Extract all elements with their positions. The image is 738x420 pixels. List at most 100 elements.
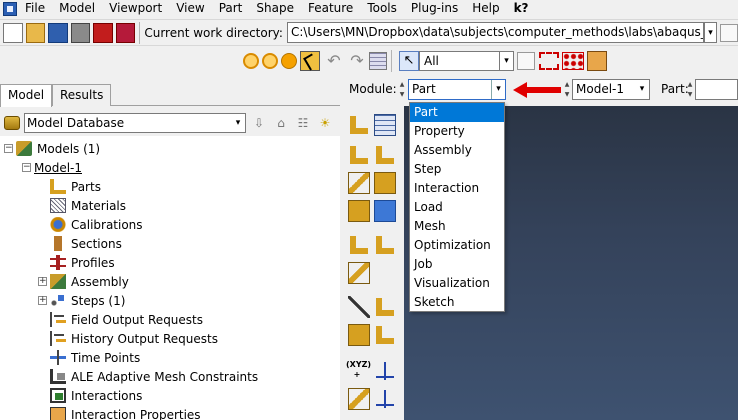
module-option-part[interactable]: Part [410, 103, 504, 122]
point-select-icon[interactable] [562, 52, 584, 70]
create-wire-icon[interactable] [348, 172, 370, 194]
create-cut-icon[interactable] [374, 172, 396, 194]
module-option-mesh[interactable]: Mesh [410, 217, 504, 236]
tree-item-interaction-properties[interactable]: Interaction Properties [50, 405, 201, 420]
tree-item-parts[interactable]: Parts [50, 177, 101, 196]
module-option-optimization[interactable]: Optimization [410, 236, 504, 255]
model-spinner-icon[interactable]: ▲ ▼ [562, 80, 572, 100]
expand-icon[interactable]: + [38, 277, 47, 286]
collapse-icon[interactable]: − [22, 163, 31, 172]
redo-icon[interactable]: ↷ [348, 52, 366, 70]
box-select-icon[interactable] [539, 52, 559, 70]
model-database-select[interactable]: Model Database ▾ [24, 113, 246, 133]
tree-item-ale-mesh[interactable]: ALE Adaptive Mesh Constraints [50, 367, 258, 386]
grid-icon[interactable] [369, 52, 387, 70]
create-solid-extrude-icon[interactable] [348, 144, 370, 166]
abaqus-app-icon[interactable] [3, 1, 17, 16]
toolbar-extra-icon[interactable] [720, 23, 738, 42]
module-option-job[interactable]: Job [410, 255, 504, 274]
measure-icon[interactable] [348, 388, 370, 410]
home-icon[interactable]: ⌂ [272, 114, 290, 132]
menu-part[interactable]: Part [219, 0, 243, 17]
export-icon[interactable] [115, 22, 136, 43]
lightbulb-icon[interactable]: ☀ [316, 114, 334, 132]
part-select[interactable] [695, 79, 738, 100]
menu-tools[interactable]: Tools [367, 0, 397, 17]
query-xyz-icon[interactable]: (XYZ) + [346, 360, 371, 382]
render-wireframe-icon[interactable] [243, 53, 259, 69]
tree-item-time-points[interactable]: Time Points [50, 348, 140, 367]
menu-help[interactable]: Help [472, 0, 499, 17]
save-icon[interactable] [48, 22, 68, 43]
selection-filter-select[interactable]: All ▾ [419, 51, 514, 71]
expand-icon[interactable]: ⇩ [250, 114, 268, 132]
tree-item-assembly[interactable]: + Assembly [38, 272, 129, 291]
module-option-step[interactable]: Step [410, 160, 504, 179]
tree-item-model-1[interactable]: − Model-1 [22, 158, 82, 177]
coordinate-axes-icon[interactable] [374, 360, 396, 382]
cwd-field[interactable]: C:\Users\MN\Dropbox\data\subjects\comput… [286, 22, 704, 43]
tree-item-profiles[interactable]: Profiles [50, 253, 115, 272]
tree-item-steps[interactable]: + Steps (1) [38, 291, 125, 310]
partition-cell-icon[interactable] [348, 262, 370, 284]
tree-item-models[interactable]: − Models (1) [4, 139, 100, 158]
part-display-icon[interactable] [587, 51, 607, 71]
tree-item-sections[interactable]: Sections [50, 234, 122, 253]
partition-edge-icon[interactable] [374, 234, 396, 256]
create-round-icon[interactable] [348, 200, 370, 222]
menu-model[interactable]: Model [59, 0, 95, 17]
tree-filter-icon[interactable]: ☷ [294, 114, 312, 132]
create-shell-icon[interactable] [374, 144, 396, 166]
pick-tool-icon[interactable] [300, 51, 320, 71]
create-part-icon[interactable] [348, 114, 370, 136]
tree-item-calibrations[interactable]: Calibrations [50, 215, 143, 234]
datum-plane-icon[interactable] [348, 324, 370, 346]
cwd-dropdown-icon[interactable]: ▾ [703, 22, 718, 43]
module-option-sketch[interactable]: Sketch [410, 293, 504, 312]
menu-plugins[interactable]: Plug-ins [411, 0, 458, 17]
datum-axis-icon[interactable] [374, 296, 396, 318]
new-file-icon[interactable] [3, 22, 23, 43]
collapse-icon[interactable]: − [4, 144, 13, 153]
module-select[interactable]: Part ▾ [408, 79, 506, 100]
selection-option-icon[interactable] [517, 52, 535, 70]
model-select[interactable]: Model-1 ▾ [572, 79, 650, 100]
module-option-property[interactable]: Property [410, 122, 504, 141]
part-spinner-icon[interactable]: ▲ ▼ [685, 80, 695, 100]
menu-viewport[interactable]: Viewport [109, 0, 162, 17]
part-manager-icon[interactable] [374, 114, 396, 136]
undo-icon[interactable]: ↶ [325, 52, 343, 70]
module-spinner-icon[interactable]: ▲ ▼ [397, 80, 407, 100]
module-value: Part [412, 82, 436, 96]
select-arrow-icon[interactable]: ↖ [399, 51, 419, 71]
menu-view[interactable]: View [176, 0, 204, 17]
tree-item-materials[interactable]: Materials [50, 196, 126, 215]
module-option-load[interactable]: Load [410, 198, 504, 217]
datum-csys-icon[interactable] [374, 324, 396, 346]
tree-item-interactions[interactable]: Interactions [50, 386, 142, 405]
render-hidden-icon[interactable] [262, 53, 278, 69]
context-help-icon[interactable]: k? [514, 0, 529, 17]
partition-face-icon[interactable] [348, 234, 370, 256]
tab-model[interactable]: Model [0, 84, 53, 107]
import-icon[interactable] [93, 22, 113, 43]
expand-icon[interactable]: + [38, 296, 47, 305]
module-option-assembly[interactable]: Assembly [410, 141, 504, 160]
module-option-visualization[interactable]: Visualization [410, 274, 504, 293]
datum-point-icon[interactable] [348, 296, 370, 318]
tree-item-field-output[interactable]: Field Output Requests [50, 310, 203, 329]
print-icon[interactable] [70, 22, 91, 43]
render-shaded-icon[interactable] [281, 53, 297, 69]
mirror-icon[interactable] [374, 200, 396, 222]
chevron-down-icon: ▾ [491, 80, 505, 99]
transform-axes-icon[interactable] [374, 388, 396, 410]
tree-item-history-output[interactable]: History Output Requests [50, 329, 218, 348]
menu-feature[interactable]: Feature [308, 0, 353, 17]
menu-file[interactable]: File [25, 0, 45, 17]
open-folder-icon[interactable] [25, 22, 46, 43]
menu-shape[interactable]: Shape [256, 0, 294, 17]
assembly-icon [50, 274, 66, 289]
tab-results[interactable]: Results [52, 84, 112, 106]
model-database-bar: Model Database ▾ ⇩ ⌂ ☷ ☀ [0, 112, 340, 134]
module-option-interaction[interactable]: Interaction [410, 179, 504, 198]
